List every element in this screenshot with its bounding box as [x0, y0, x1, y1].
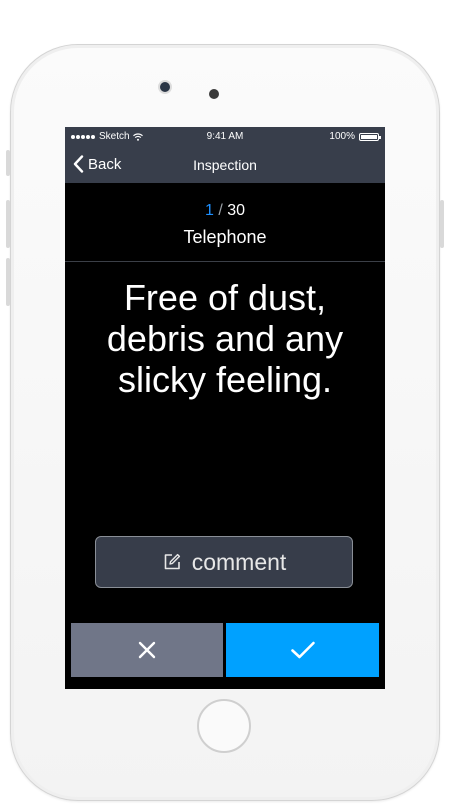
progress-counter: 1 / 30 [65, 202, 385, 220]
phone-screen: Sketch 9:41 AM 100% Back Inspection 1 / … [65, 127, 385, 689]
checkmark-icon [290, 641, 315, 659]
progress-separator: / [218, 202, 223, 219]
volume-down-button [6, 258, 10, 306]
comment-label: comment [191, 548, 287, 575]
close-icon [138, 641, 156, 659]
navigation-bar: Back Inspection [65, 147, 385, 183]
reject-button[interactable] [71, 623, 223, 677]
category-label: Telephone [183, 227, 267, 247]
approve-button[interactable] [226, 623, 379, 677]
proximity-sensor [209, 89, 219, 99]
status-right: 100% [329, 131, 381, 142]
power-button [440, 200, 444, 248]
edit-icon [164, 553, 180, 570]
page: Sketch 9:41 AM 100% Back Inspection 1 / … [0, 0, 450, 805]
page-title: Inspection [193, 157, 257, 173]
progress-total: 30 [227, 202, 246, 219]
battery-icon [359, 132, 381, 141]
silent-switch [6, 150, 10, 176]
inspection-question: Free of dust, debris and any slicky feel… [106, 277, 344, 400]
home-button[interactable] [197, 699, 251, 753]
front-camera [160, 82, 170, 92]
volume-up-button [6, 200, 10, 248]
battery-percent: 100% [329, 131, 355, 142]
divider [65, 261, 385, 262]
progress-current: 1 [204, 202, 214, 219]
comment-button[interactable]: comment [95, 536, 353, 588]
status-bar: Sketch 9:41 AM 100% [65, 127, 385, 147]
